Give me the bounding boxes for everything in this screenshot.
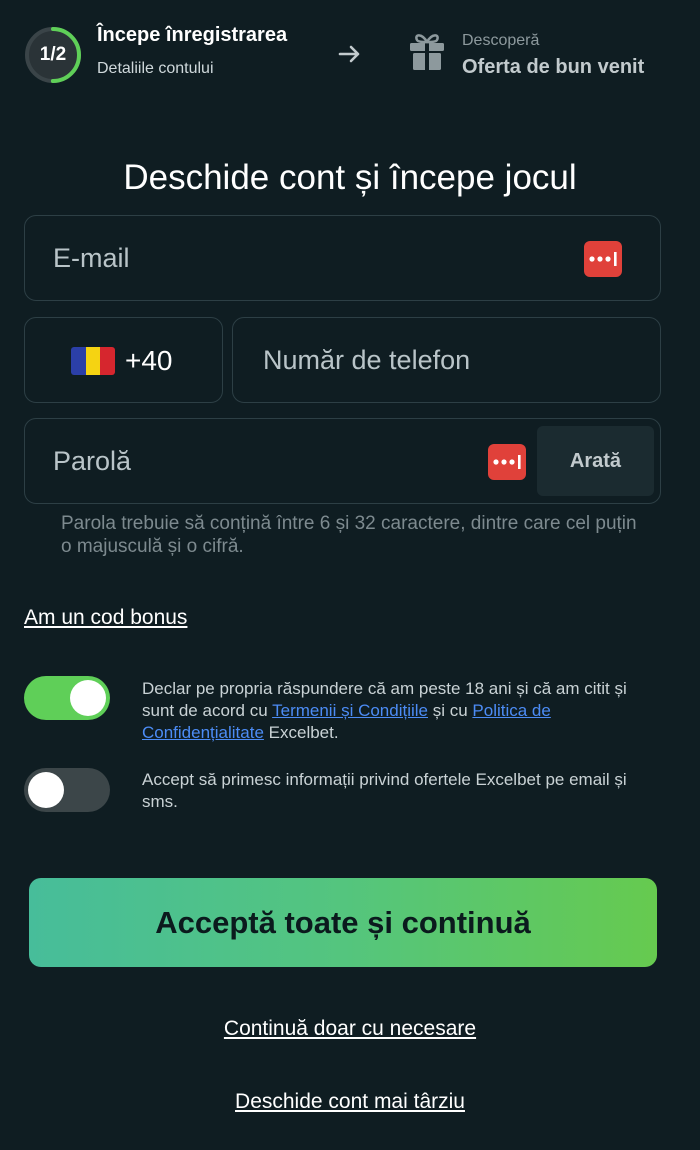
toggle-knob xyxy=(70,680,106,716)
terms-toggle[interactable] xyxy=(24,676,110,720)
country-code-select[interactable]: +40 xyxy=(24,317,223,403)
dial-code: +40 xyxy=(125,345,173,376)
progress-label: 1/2 xyxy=(39,44,67,65)
step1-title: Începe înregistrarea xyxy=(97,24,288,46)
terms-consent-text: Declar pe propria răspundere că am peste… xyxy=(142,678,662,744)
step2-title: Oferta de bun venit xyxy=(462,56,645,78)
email-input[interactable] xyxy=(53,216,498,300)
email-field-wrapper xyxy=(24,215,661,301)
later-wrapper: Deschide cont mai târziu xyxy=(0,1090,700,1114)
password-field-wrapper: Arată xyxy=(24,418,661,504)
password-manager-icon[interactable] xyxy=(584,241,622,277)
step1-subtitle: Detaliile contului xyxy=(97,60,214,77)
offers-toggle[interactable] xyxy=(24,768,110,812)
password-manager-icon[interactable] xyxy=(488,444,526,480)
terms-link[interactable]: Termenii și Condițiile xyxy=(272,701,428,720)
phone-field-wrapper xyxy=(232,317,661,403)
terms-text-after: Excelbet. xyxy=(263,723,339,742)
progress-ring: 1/2 xyxy=(24,26,82,84)
registration-steps: 1/2 Începe înregistrarea Detaliile contu… xyxy=(0,0,700,110)
open-later-link[interactable]: Deschide cont mai târziu xyxy=(235,1090,465,1113)
necessary-only-link[interactable]: Continuă doar cu necesare xyxy=(224,1017,476,1040)
step2-label: Descoperă xyxy=(462,32,540,49)
necessary-only-wrapper: Continuă doar cu necesare xyxy=(0,1017,700,1041)
phone-input[interactable] xyxy=(263,318,648,402)
toggle-knob xyxy=(28,772,64,808)
terms-text-middle: și cu xyxy=(428,701,473,720)
arrow-right-icon xyxy=(338,45,360,63)
show-password-button[interactable]: Arată xyxy=(537,426,654,496)
romania-flag-icon xyxy=(71,347,115,375)
gift-icon xyxy=(410,34,444,70)
password-hint: Parola trebuie să conțină între 6 și 32 … xyxy=(61,513,637,557)
accept-all-button[interactable]: Acceptă toate și continuă xyxy=(29,878,657,967)
offers-consent-text: Accept să primesc informații privind ofe… xyxy=(142,770,627,811)
bonus-code-link[interactable]: Am un cod bonus xyxy=(24,606,187,630)
password-input[interactable] xyxy=(53,419,498,503)
page-title: Deschide cont și începe jocul xyxy=(123,158,577,197)
